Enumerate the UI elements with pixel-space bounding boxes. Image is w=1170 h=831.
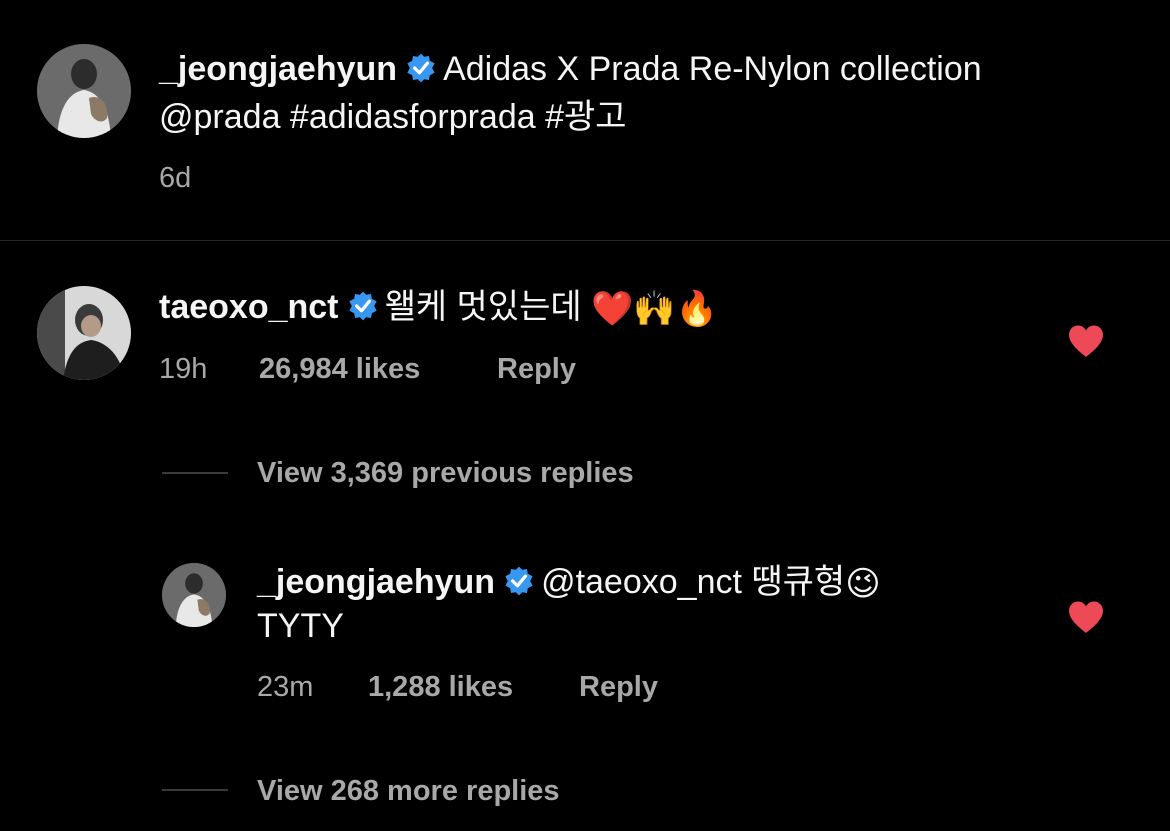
comment-line: taeoxo_nct 왤케 멋있는데 ❤️🙌🔥: [159, 290, 718, 328]
caption-time: 6d: [159, 162, 192, 194]
avatar-photo: [37, 286, 131, 380]
divider: [0, 240, 1170, 241]
comment-emojis: ❤️🙌🔥: [591, 290, 719, 328]
reply-heart-icon[interactable]: [1067, 600, 1105, 634]
reply-username[interactable]: _jeongjaehyun: [257, 563, 495, 601]
reply-text: @taeoxo_nct 땡큐형: [541, 563, 846, 601]
reply-likes[interactable]: 1,288 likes: [368, 673, 513, 702]
comment-text: 왤케 멋있는데: [384, 288, 582, 326]
avatar-photo: [162, 563, 226, 627]
reply-reply-button[interactable]: Reply: [579, 673, 658, 702]
reply-line-2: TYTY: [257, 607, 344, 645]
caption-line-2[interactable]: @prada #adidasforprada #광고: [159, 100, 627, 134]
caption-hashtags[interactable]: @prada #adidasforprada #광고: [159, 98, 627, 136]
view-more-line: [162, 789, 228, 791]
comment-likes[interactable]: 26,984 likes: [259, 355, 420, 384]
comment-avatar[interactable]: [37, 286, 131, 380]
caption-avatar[interactable]: [37, 44, 131, 138]
verified-badge-icon: [347, 290, 379, 328]
view-more-replies[interactable]: View 268 more replies: [257, 777, 560, 806]
comment-username[interactable]: taeoxo_nct: [159, 288, 339, 326]
view-previous-line: [162, 472, 228, 474]
avatar-photo: [37, 44, 131, 138]
caption-line-1: _jeongjaehyun Adidas X Prada Re-Nylon col…: [159, 52, 982, 90]
view-previous-replies[interactable]: View 3,369 previous replies: [257, 459, 634, 488]
verified-badge-icon: [503, 565, 535, 603]
caption-text: Adidas X Prada Re-Nylon collection: [443, 50, 982, 88]
caption-username[interactable]: _jeongjaehyun: [159, 50, 397, 88]
reply-time: 23m: [257, 671, 314, 703]
verified-badge-icon: [405, 52, 437, 90]
reply-emoji: 😉: [845, 565, 881, 603]
reply-line-1: _jeongjaehyun @taeoxo_nct 땡큐형😉: [257, 565, 881, 603]
comment-heart-icon[interactable]: [1067, 324, 1105, 358]
comment-reply-button[interactable]: Reply: [497, 355, 576, 384]
reply-avatar[interactable]: [162, 563, 226, 627]
comment-time: 19h: [159, 353, 208, 385]
